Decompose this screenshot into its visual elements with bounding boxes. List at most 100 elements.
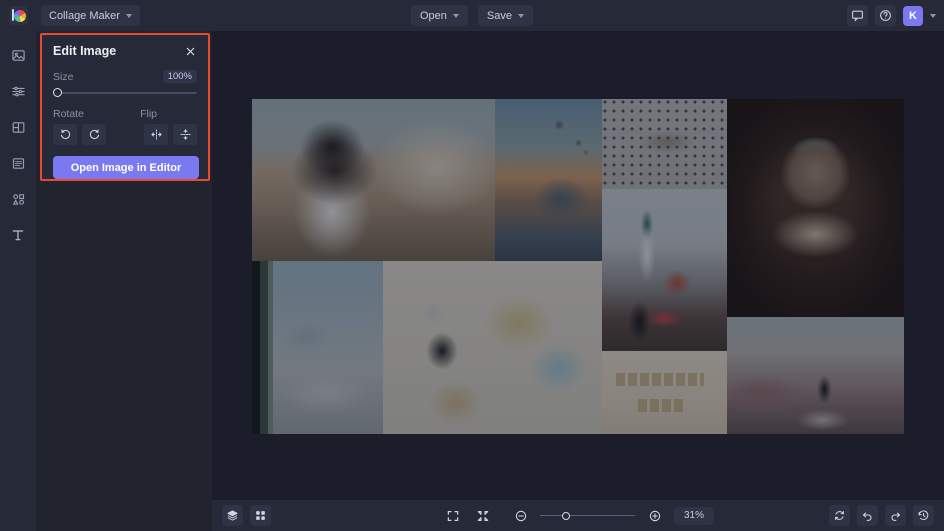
open-image-in-editor-label: Open Image in Editor <box>70 161 182 174</box>
text-t-icon <box>12 230 24 241</box>
account-chevron-down-icon[interactable] <box>930 13 936 18</box>
sidebar-rail <box>0 31 36 531</box>
hot-air-balloons-image <box>495 99 602 261</box>
edit-image-panel: Edit Image Size 100% Rotate Flip Open Im… <box>40 33 210 181</box>
map-camera-passport-image <box>383 261 602 434</box>
size-slider[interactable] <box>53 86 197 99</box>
user-avatar[interactable]: K <box>903 5 923 26</box>
sidebar-item-layouts[interactable] <box>7 117 29 137</box>
flip-label: Flip <box>140 108 157 120</box>
chevron-down-icon <box>452 13 459 18</box>
size-label: Size <box>53 70 74 83</box>
zoom-slider-handle[interactable] <box>562 511 570 520</box>
sidebar-item-images[interactable] <box>7 45 29 65</box>
zoom-in-button[interactable] <box>644 505 665 526</box>
photographer-city-image <box>252 99 495 261</box>
zoom-level-value: 31% <box>683 510 704 521</box>
collage-cell-mountain-sunset[interactable] <box>727 317 904 434</box>
sidebar-item-text[interactable] <box>7 225 29 245</box>
chat-bubble-icon <box>852 10 863 22</box>
save-button[interactable]: Save <box>477 5 533 26</box>
minus-circle-icon <box>515 510 526 521</box>
mountain-sunset-image <box>727 317 904 434</box>
sidebar-item-graphics[interactable] <box>7 189 29 209</box>
flip-vertical-button[interactable] <box>173 124 197 145</box>
collage-cell-prague-rooftops[interactable] <box>602 189 727 351</box>
zoom-slider[interactable] <box>540 509 635 522</box>
zoom-out-button[interactable] <box>510 505 531 526</box>
open-image-in-editor-button[interactable]: Open Image in Editor <box>53 156 199 179</box>
petra-cave-image <box>727 99 904 317</box>
close-x-icon <box>186 47 194 55</box>
size-row-label: Size 100% <box>53 70 197 83</box>
top-bar-center-actions: Open Save <box>0 5 944 26</box>
question-circle-icon <box>880 10 891 21</box>
rotate-counterclockwise-icon <box>60 129 70 140</box>
fit-to-screen-button[interactable] <box>442 505 463 526</box>
close-panel-button[interactable] <box>183 44 197 58</box>
rotate-label: Rotate <box>53 108 84 120</box>
sliders-icon <box>11 86 25 96</box>
collage-cell-airplane-window[interactable] <box>252 261 383 434</box>
collage-cell-dream-big-tiles[interactable] <box>602 351 727 434</box>
top-bar-right-actions: K <box>847 0 936 31</box>
collage-cell-polka-dot-quote[interactable] <box>602 99 727 189</box>
save-button-label: Save <box>486 9 512 22</box>
collage-maker-app: Collage Maker Open Save K Edit Image Siz… <box>0 0 944 531</box>
prague-rooftops-image <box>602 189 727 351</box>
collage-cell-hot-air-balloons[interactable] <box>495 99 602 261</box>
image-icon <box>11 49 25 61</box>
dream-big-tiles-image <box>602 351 727 434</box>
bottom-bar-history-tools <box>829 505 934 526</box>
panel-title: Edit Image <box>53 44 117 58</box>
flip-horizontal-icon <box>150 129 162 140</box>
undo-button[interactable] <box>857 505 878 526</box>
polka-dot-quote-image <box>602 99 727 189</box>
collage-cell-photographer-city[interactable] <box>252 99 495 261</box>
rotate-clockwise-icon <box>89 129 99 140</box>
layout-icon <box>12 121 24 133</box>
rotate-flip-labels: Rotate Flip <box>53 108 197 124</box>
refresh-icon <box>835 511 844 520</box>
sidebar-item-adjust[interactable] <box>7 81 29 101</box>
undo-arrow-icon <box>862 512 872 521</box>
help-button[interactable] <box>875 5 896 26</box>
flip-horizontal-button[interactable] <box>144 124 168 145</box>
stack-lines-icon <box>12 157 24 169</box>
open-button-label: Open <box>420 9 447 22</box>
rotate-right-button[interactable] <box>82 124 106 145</box>
reset-button[interactable] <box>829 505 850 526</box>
zoom-level-field[interactable]: 31% <box>674 506 714 525</box>
zoom-slider-track <box>540 515 635 517</box>
canvas-stage[interactable] <box>212 31 944 500</box>
airplane-window-image <box>252 261 383 434</box>
rotate-button-group <box>53 124 106 145</box>
size-slider-track <box>53 92 197 94</box>
collage-cell-map-camera-passport[interactable] <box>383 261 602 434</box>
rotate-left-button[interactable] <box>53 124 77 145</box>
clock-history-icon <box>918 510 929 520</box>
history-button[interactable] <box>913 505 934 526</box>
panel-column: Edit Image Size 100% Rotate Flip Open Im… <box>36 31 212 531</box>
collage-canvas[interactable] <box>252 99 904 434</box>
plus-circle-icon <box>649 510 660 521</box>
open-button[interactable]: Open <box>411 5 468 26</box>
fit-to-screen-icon <box>447 510 458 521</box>
sidebar-item-backgrounds[interactable] <box>7 153 29 173</box>
shapes-icon <box>12 193 24 205</box>
collapse-arrows-icon <box>477 510 488 521</box>
avatar-initial: K <box>909 9 917 22</box>
bottom-bar: 31% <box>212 500 944 531</box>
redo-arrow-icon <box>891 512 901 521</box>
edit-image-panel-header: Edit Image <box>53 44 197 58</box>
collage-cell-petra-cave[interactable] <box>727 99 904 317</box>
collapse-view-button[interactable] <box>472 505 493 526</box>
flip-vertical-icon <box>179 129 191 140</box>
size-slider-handle[interactable] <box>53 88 62 97</box>
rotate-flip-buttons <box>53 124 197 145</box>
top-bar: Collage Maker Open Save K <box>0 0 944 31</box>
feedback-button[interactable] <box>847 5 868 26</box>
size-value: 100% <box>162 70 197 83</box>
flip-button-group <box>144 124 197 145</box>
redo-button[interactable] <box>885 505 906 526</box>
